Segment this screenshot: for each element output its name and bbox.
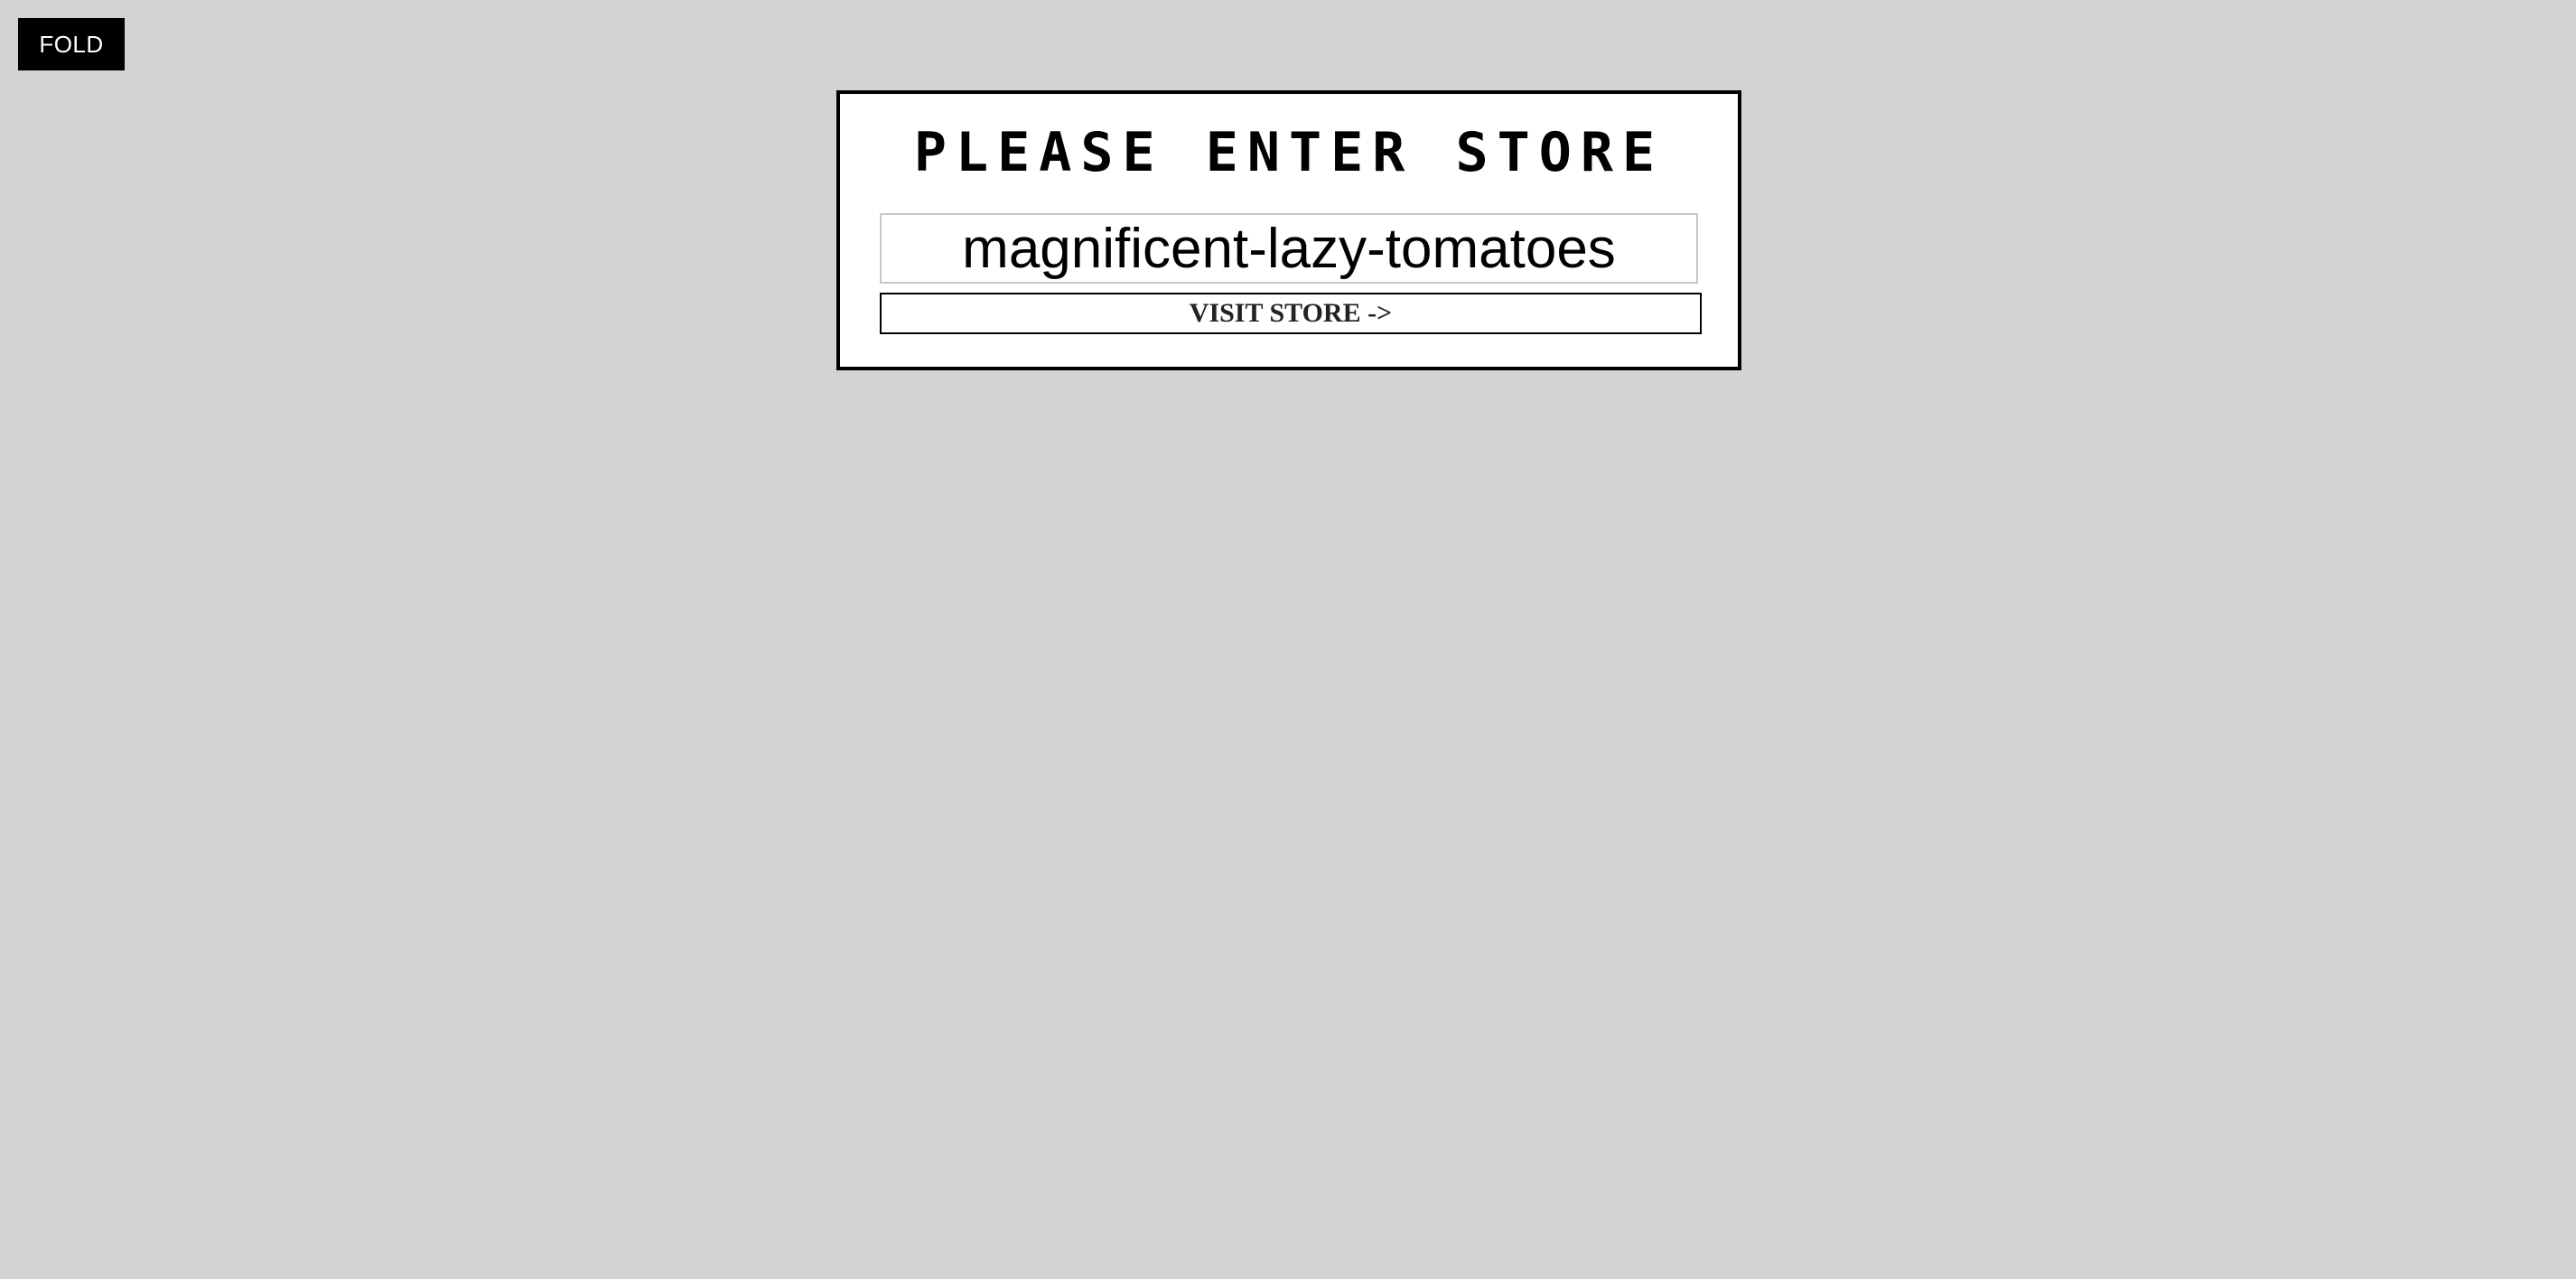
store-entry-card: PLEASE ENTER STORE VISIT STORE -> xyxy=(836,90,1741,370)
store-entry-title: PLEASE ENTER STORE xyxy=(913,121,1665,184)
store-name-input[interactable] xyxy=(880,213,1698,284)
fold-button[interactable]: FOLD xyxy=(18,18,125,70)
visit-store-button[interactable]: VISIT STORE -> xyxy=(880,293,1702,334)
